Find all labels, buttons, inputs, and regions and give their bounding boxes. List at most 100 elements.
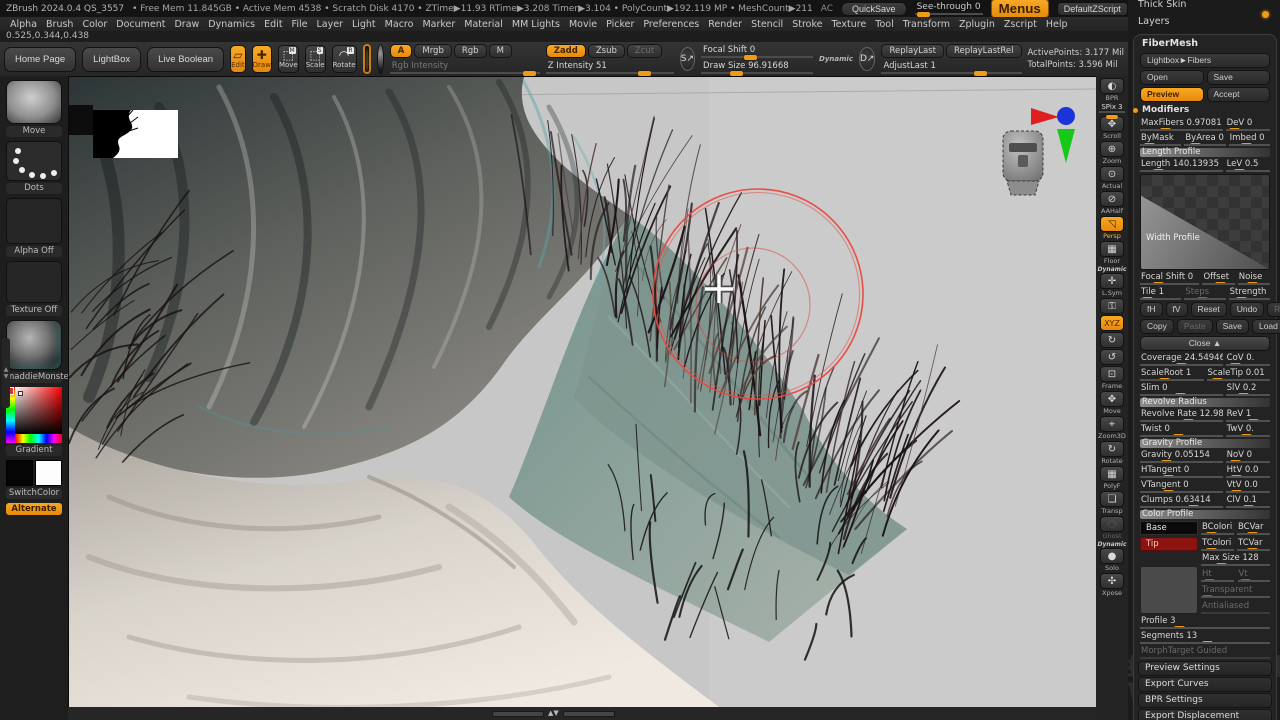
- move-button[interactable]: M ⬚ Move: [278, 45, 299, 73]
- alpha-selector[interactable]: Alpha Off: [6, 198, 62, 257]
- revolve-rate-slider[interactable]: Revolve Rate 12.98969: [1140, 409, 1223, 422]
- menu-tool[interactable]: Tool: [875, 19, 893, 30]
- rgb-intensity-slider[interactable]: Rgb Intensity: [390, 61, 540, 74]
- thick-skin-section[interactable]: Thick Skin: [1128, 0, 1280, 13]
- gravity-profile-bar[interactable]: Gravity Profile: [1140, 439, 1270, 448]
- adjustlast-slider[interactable]: AdjustLast 1: [881, 61, 1021, 74]
- twv-slider[interactable]: TwV 0.: [1226, 424, 1270, 437]
- accept-button[interactable]: Accept: [1207, 87, 1271, 102]
- m-button[interactable]: M: [489, 44, 512, 58]
- scale-button[interactable]: S ⬚ Scale: [305, 45, 326, 73]
- reset-button[interactable]: Reset: [1191, 302, 1227, 317]
- draw-button[interactable]: ✚ Draw: [252, 45, 272, 73]
- slim-slider[interactable]: Slim 0: [1140, 383, 1223, 396]
- ghost-button[interactable]: ◌ Ghost: [1098, 516, 1126, 540]
- menu-stroke[interactable]: Stroke: [792, 19, 822, 30]
- nov-slider[interactable]: NoV 0: [1226, 450, 1270, 463]
- scroll-button[interactable]: ✥ Scroll: [1098, 116, 1126, 140]
- save2-button[interactable]: Save: [1216, 319, 1249, 334]
- viewport-canvas[interactable]: [68, 76, 1096, 707]
- bpr-button[interactable]: ◐ BPR: [1098, 78, 1126, 102]
- length-slider[interactable]: Length 140.13935: [1140, 159, 1223, 172]
- gradient-picker[interactable]: [6, 387, 62, 443]
- aahalf-button[interactable]: ⊘ AAHalf: [1098, 191, 1126, 215]
- max-size-slider[interactable]: Max Size 128: [1201, 553, 1270, 566]
- slv-slider[interactable]: SlV 0.2: [1226, 383, 1270, 396]
- see-through-slider[interactable]: See-through 0: [915, 2, 983, 15]
- fibermesh-title[interactable]: FiberMesh: [1134, 37, 1276, 51]
- move3d-button[interactable]: ✥ Move: [1098, 391, 1126, 415]
- fh-button[interactable]: fH: [1140, 302, 1163, 317]
- preview-settings-section[interactable]: Preview Settings: [1138, 661, 1272, 676]
- menu-render[interactable]: Render: [708, 19, 742, 30]
- menu-document[interactable]: Document: [116, 19, 165, 30]
- actual-button[interactable]: ⊙ Actual: [1098, 166, 1126, 190]
- menu-layer[interactable]: Layer: [316, 19, 343, 30]
- bottom-divider-handle[interactable]: ▲▼: [492, 710, 615, 717]
- brush-thumbnail[interactable]: [6, 80, 62, 124]
- draw-size-slider[interactable]: Draw Size 96.91668: [701, 61, 813, 74]
- export-displacement-section[interactable]: Export Displacement: [1138, 709, 1272, 720]
- noise-slider[interactable]: Noise: [1238, 272, 1270, 285]
- dynamic-label[interactable]: Dynamic: [819, 55, 853, 63]
- zcut-button[interactable]: Zcut: [627, 44, 662, 58]
- vt-slider[interactable]: Vt: [1238, 569, 1271, 582]
- htv-slider[interactable]: HtV 0.0: [1226, 465, 1270, 478]
- coverage-slider[interactable]: Coverage 24.54946: [1140, 353, 1223, 366]
- persp-button[interactable]: ◹ Persp: [1098, 216, 1126, 240]
- menus-button[interactable]: Menus: [991, 0, 1049, 17]
- fm-focal-shift-slider[interactable]: Focal Shift 0: [1140, 272, 1199, 285]
- solo-button[interactable]: Dynamic ● Solo: [1098, 541, 1126, 572]
- copy-button[interactable]: Copy: [1140, 319, 1174, 334]
- color-picker[interactable]: Gradient: [6, 387, 62, 456]
- menu-zscript[interactable]: Zscript: [1004, 19, 1037, 30]
- xyz-button[interactable]: XYZ: [1098, 315, 1126, 331]
- lsym-button[interactable]: Dynamic ✛ L.Sym: [1098, 266, 1126, 297]
- menu-dynamics[interactable]: Dynamics: [208, 19, 255, 30]
- mrgb-button[interactable]: Mrgb: [414, 44, 451, 58]
- steps-slider[interactable]: Steps: [1184, 287, 1225, 300]
- layers-section[interactable]: Layers: [1128, 13, 1280, 30]
- z-intensity-slider[interactable]: Z Intensity 51: [546, 61, 674, 74]
- stroke-selector-icon[interactable]: S↗: [680, 47, 695, 71]
- quicksave-button[interactable]: QuickSave: [841, 2, 907, 16]
- clv-slider[interactable]: ClV 0.1: [1226, 495, 1270, 508]
- maxfibers-slider[interactable]: MaxFibers 0.97081: [1140, 118, 1223, 131]
- menu-movie[interactable]: Movie: [569, 19, 597, 30]
- menu-draw[interactable]: Draw: [174, 19, 199, 30]
- zsub-button[interactable]: Zsub: [588, 44, 625, 58]
- menu-help[interactable]: Help: [1046, 19, 1068, 30]
- tip-color-swatch[interactable]: Tip: [1140, 537, 1198, 551]
- texture-selector[interactable]: Texture Off: [6, 261, 62, 316]
- menu-texture[interactable]: Texture: [831, 19, 866, 30]
- open-button[interactable]: Open: [1140, 70, 1204, 85]
- rev-slider[interactable]: ReV 1: [1226, 409, 1270, 422]
- lev-slider[interactable]: LeV 0.5: [1226, 159, 1270, 172]
- alternate-button[interactable]: Alternate: [6, 503, 62, 515]
- a-button[interactable]: A: [390, 44, 413, 58]
- close-button[interactable]: Close ▲: [1140, 336, 1270, 351]
- menu-color[interactable]: Color: [82, 19, 107, 30]
- length-profile-bar[interactable]: Length Profile: [1140, 148, 1270, 157]
- rotate3d-button[interactable]: ↻ Rotate: [1098, 441, 1126, 465]
- focal-shift-slider[interactable]: Focal Shift 0: [701, 45, 813, 58]
- edit-button[interactable]: ▱ Edit: [230, 45, 246, 73]
- revolve-radius-bar[interactable]: Revolve Radius: [1140, 398, 1270, 407]
- menu-material[interactable]: Material: [464, 19, 503, 30]
- transparent-slider[interactable]: Transparent: [1201, 585, 1270, 598]
- base-color-swatch[interactable]: Base: [1140, 521, 1198, 535]
- fv-button[interactable]: fV: [1166, 302, 1188, 317]
- menu-stencil[interactable]: Stencil: [751, 19, 783, 30]
- offset-slider[interactable]: Offset: [1202, 272, 1234, 285]
- paste-button[interactable]: Paste: [1177, 319, 1213, 334]
- bpr-settings-section[interactable]: BPR Settings: [1138, 693, 1272, 708]
- lightbox-button[interactable]: LightBox: [82, 47, 141, 72]
- menu-brush[interactable]: Brush: [46, 19, 73, 30]
- strength-slider[interactable]: Strength: [1229, 287, 1270, 300]
- rgb-button[interactable]: Rgb: [454, 44, 487, 58]
- replaylastrel-button[interactable]: ReplayLastRel: [946, 44, 1022, 58]
- stroke-selector[interactable]: Dots: [6, 141, 62, 194]
- rotate-button[interactable]: R ◠ Rotate: [332, 45, 357, 73]
- texture-thumbnail[interactable]: [6, 261, 62, 303]
- cov-slider[interactable]: CoV 0.: [1226, 353, 1270, 366]
